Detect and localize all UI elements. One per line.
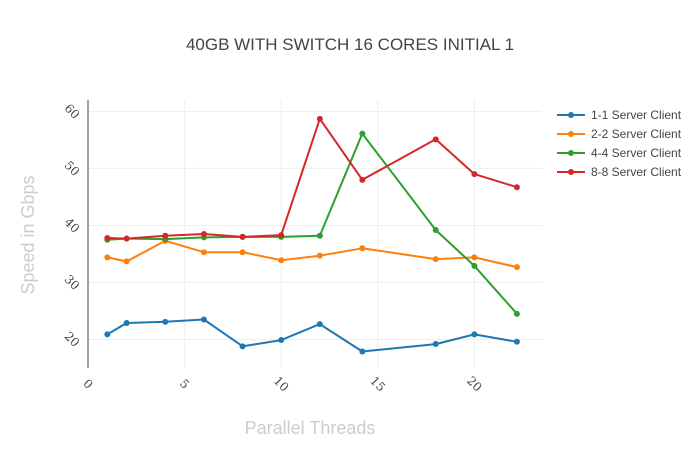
data-point[interactable] <box>316 232 323 239</box>
line-chart: 40GB WITH SWITCH 16 CORES INITIAL 1 20 30… <box>18 35 682 438</box>
x-axis-title: Parallel Threads <box>245 418 376 438</box>
legend-label: 4-4 Server Client <box>591 146 682 160</box>
data-point[interactable] <box>432 227 439 234</box>
data-point[interactable] <box>359 245 366 252</box>
data-point[interactable] <box>513 264 520 271</box>
data-point[interactable] <box>432 341 439 348</box>
y-tick-label: 40 <box>62 215 83 236</box>
series-group <box>104 115 520 355</box>
x-tick-label: 15 <box>367 374 388 395</box>
axes: 20 30 40 50 60 0 5 10 15 20 <box>62 100 485 394</box>
series-line <box>107 132 518 315</box>
data-point[interactable] <box>104 331 111 338</box>
legend-item[interactable]: 8-8 Server Client <box>557 165 682 179</box>
y-tick-label: 50 <box>62 158 83 179</box>
series-1 <box>104 316 520 355</box>
data-point[interactable] <box>316 115 323 122</box>
series-line <box>107 117 518 240</box>
data-point[interactable] <box>471 254 478 261</box>
data-point[interactable] <box>200 249 207 256</box>
data-point[interactable] <box>471 262 478 269</box>
x-tick-label: 0 <box>80 376 95 391</box>
chart-title: 40GB WITH SWITCH 16 CORES INITIAL 1 <box>186 35 514 54</box>
data-point[interactable] <box>513 338 520 345</box>
legend-marker <box>568 112 574 118</box>
data-point[interactable] <box>316 252 323 259</box>
series-line <box>107 239 518 269</box>
data-point[interactable] <box>432 136 439 143</box>
data-point[interactable] <box>513 184 520 191</box>
y-tick-label: 30 <box>62 272 83 293</box>
data-point[interactable] <box>471 171 478 178</box>
legend-marker <box>568 131 574 137</box>
legend-item[interactable]: 1-1 Server Client <box>557 108 682 122</box>
data-point[interactable] <box>359 176 366 183</box>
data-point[interactable] <box>239 343 246 350</box>
data-point[interactable] <box>200 316 207 323</box>
data-point[interactable] <box>162 318 169 325</box>
data-point[interactable] <box>278 257 285 264</box>
data-point[interactable] <box>278 232 285 239</box>
legend: 1-1 Server Client 2-2 Server Client 4-4 Se… <box>557 108 682 179</box>
data-point[interactable] <box>239 249 246 256</box>
data-point[interactable] <box>200 231 207 237</box>
y-tick-label: 20 <box>62 329 83 350</box>
series-2 <box>104 237 520 271</box>
legend-label: 8-8 Server Client <box>591 165 682 179</box>
data-point[interactable] <box>513 310 520 317</box>
data-point[interactable] <box>359 130 366 137</box>
data-point[interactable] <box>123 235 130 242</box>
data-point[interactable] <box>471 331 478 338</box>
legend-label: 1-1 Server Client <box>591 108 682 122</box>
series-line <box>106 318 518 353</box>
x-tick-label: 5 <box>177 376 192 391</box>
grid <box>88 100 542 368</box>
data-point[interactable] <box>123 319 130 326</box>
legend-item[interactable]: 2-2 Server Client <box>557 127 682 141</box>
x-tick-label: 20 <box>464 374 485 395</box>
legend-label: 2-2 Server Client <box>591 127 682 141</box>
legend-item[interactable]: 4-4 Server Client <box>557 146 682 160</box>
y-tick-label: 60 <box>62 101 83 122</box>
legend-marker <box>568 169 574 175</box>
data-point[interactable] <box>162 232 169 239</box>
data-point[interactable] <box>359 348 366 355</box>
data-point[interactable] <box>104 234 111 241</box>
y-axis-title: Speed in Gbps <box>18 175 38 294</box>
data-point[interactable] <box>316 321 323 328</box>
legend-marker <box>568 150 574 156</box>
series-4 <box>104 115 520 242</box>
data-point[interactable] <box>104 254 111 261</box>
data-point[interactable] <box>432 256 439 263</box>
x-tick-label: 10 <box>271 374 292 395</box>
data-point[interactable] <box>123 258 130 265</box>
data-point[interactable] <box>239 233 246 240</box>
data-point[interactable] <box>278 337 285 344</box>
